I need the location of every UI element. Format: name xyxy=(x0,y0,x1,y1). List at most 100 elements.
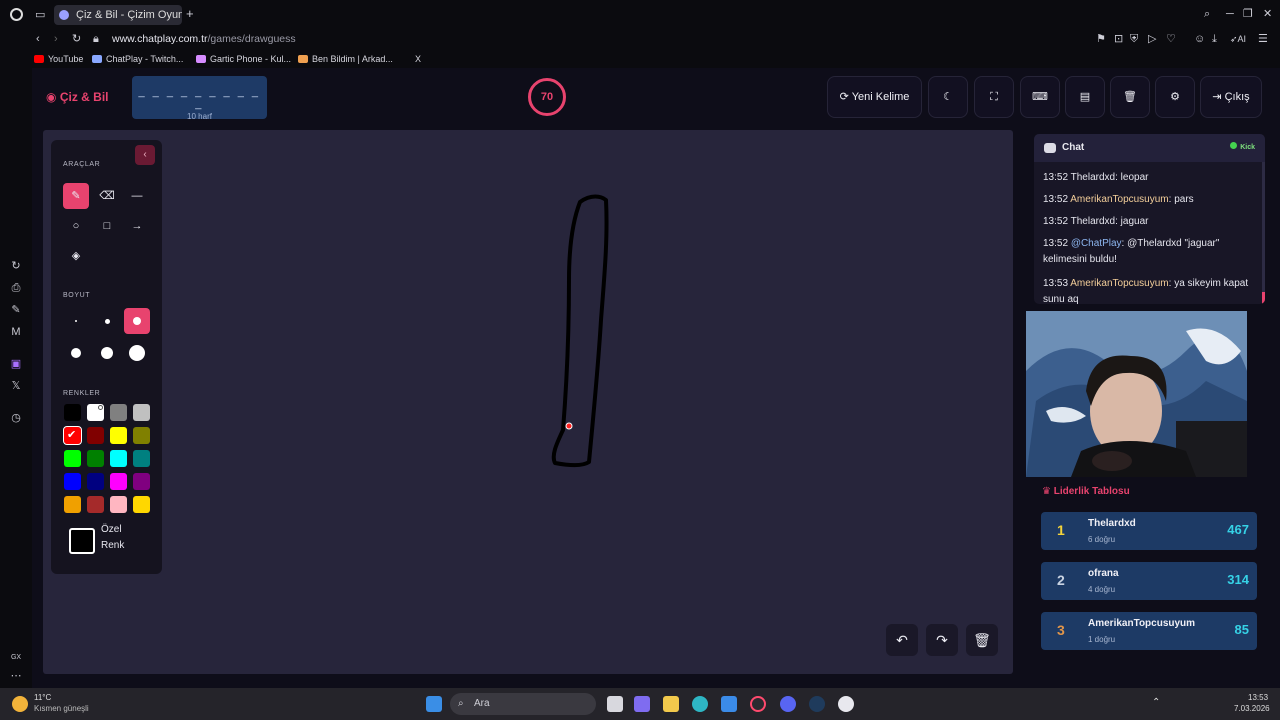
fullscreen-button[interactable]: ⛶ xyxy=(974,76,1014,118)
color-swatch[interactable] xyxy=(87,427,104,444)
reload-icon[interactable]: ↻ xyxy=(72,33,81,45)
mail-icon[interactable]: M xyxy=(10,326,22,338)
opera-logo-icon[interactable] xyxy=(10,8,23,21)
message-user[interactable]: Thelardxd xyxy=(1071,216,1115,227)
printer-icon[interactable]: ⎙ xyxy=(10,282,22,294)
color-swatch[interactable] xyxy=(110,427,127,444)
color-swatch[interactable] xyxy=(110,404,127,421)
download-icon[interactable]: ⤓ xyxy=(1212,33,1217,45)
color-swatch[interactable] xyxy=(87,404,104,421)
edit-icon[interactable]: ✎ xyxy=(10,304,22,316)
arrow-tool[interactable]: → xyxy=(124,213,150,239)
circle-tool[interactable]: ○ xyxy=(63,213,89,239)
close-window-icon[interactable]: ✕ xyxy=(1263,8,1272,20)
app-icon[interactable] xyxy=(838,696,854,712)
size-option-2[interactable] xyxy=(94,308,120,334)
chat-scrollbar[interactable] xyxy=(1262,162,1265,304)
bookmark-youtube[interactable]: YouTube xyxy=(34,52,83,66)
rectangle-tool[interactable]: □ xyxy=(94,213,120,239)
task-view-icon[interactable] xyxy=(607,696,623,712)
back-icon[interactable]: ‹ xyxy=(36,33,40,45)
color-swatch[interactable] xyxy=(87,496,104,513)
shield-icon[interactable]: ⛨ xyxy=(1130,33,1138,45)
search-tabs-icon[interactable]: ⌕ xyxy=(1204,8,1210,20)
steam-icon[interactable] xyxy=(809,696,825,712)
discord-icon[interactable] xyxy=(780,696,796,712)
color-swatch[interactable] xyxy=(133,496,150,513)
color-swatch[interactable] xyxy=(87,450,104,467)
fill-tool[interactable]: ◈ xyxy=(63,243,89,269)
browser-tab[interactable]: Çiz & Bil - Çizim Oyunu xyxy=(54,5,182,25)
store-icon[interactable] xyxy=(721,696,737,712)
opera-gx-icon[interactable] xyxy=(750,696,766,712)
dark-mode-button[interactable]: ☾ xyxy=(928,76,968,118)
edge-icon[interactable] xyxy=(692,696,708,712)
color-swatch[interactable] xyxy=(133,404,150,421)
more-icon[interactable]: ⋯ xyxy=(10,670,22,682)
color-swatch[interactable] xyxy=(133,450,150,467)
weather-icon[interactable] xyxy=(12,696,28,712)
taskbar-search[interactable]: ⌕ Ara xyxy=(450,693,596,715)
color-swatch[interactable]: ✔ xyxy=(63,426,82,445)
history-icon[interactable]: ↻ xyxy=(10,260,22,272)
ai-icon[interactable]: ➶AI xyxy=(1230,33,1246,45)
color-swatch[interactable] xyxy=(87,473,104,490)
color-swatch[interactable] xyxy=(64,404,81,421)
new-tab-icon[interactable]: + xyxy=(186,7,194,20)
tab-menu-icon[interactable]: ▭ xyxy=(35,9,45,21)
redo-button[interactable]: ↷ xyxy=(926,624,958,656)
color-swatch[interactable] xyxy=(133,473,150,490)
profile-icon[interactable]: ☺ xyxy=(1194,33,1205,45)
scroll-thumb[interactable] xyxy=(1262,292,1265,304)
url-field[interactable]: www.chatplay.com.tr/games/drawguess xyxy=(112,31,296,47)
custom-color-button[interactable] xyxy=(69,528,95,554)
size-option-6[interactable] xyxy=(124,340,150,366)
file-explorer-icon[interactable] xyxy=(663,696,679,712)
color-swatch[interactable] xyxy=(110,473,127,490)
minimize-icon[interactable]: ─ xyxy=(1226,8,1234,20)
message-user[interactable]: AmerikanTopcusuyum xyxy=(1070,194,1168,205)
new-word-button[interactable]: ⟳ Yeni Kelime xyxy=(827,76,922,118)
bookmark-gartic[interactable]: Gartic Phone - Kul... xyxy=(196,52,291,66)
bookmark-chatplay[interactable]: ChatPlay - Twitch... xyxy=(92,52,183,66)
brush-tool[interactable]: ✎ xyxy=(63,183,89,209)
size-option-3[interactable] xyxy=(124,308,150,334)
eraser-tool[interactable]: ⌫ xyxy=(94,183,120,209)
color-swatch[interactable] xyxy=(110,450,127,467)
trash-button[interactable]: 🗑︎ xyxy=(1110,76,1150,118)
clear-canvas-button[interactable]: 🗑︎ xyxy=(966,624,998,656)
size-option-4[interactable] xyxy=(63,340,89,366)
message-user[interactable]: Thelardxd xyxy=(1071,172,1115,183)
forward-icon[interactable]: › xyxy=(54,33,58,45)
message-user[interactable]: AmerikanTopcusuyum xyxy=(1070,278,1168,289)
menu-icon[interactable]: ☰ xyxy=(1258,33,1268,45)
snapshot-icon[interactable]: ⊡ xyxy=(1114,33,1123,45)
heart-icon[interactable]: ♡ xyxy=(1166,33,1176,45)
drawing-canvas[interactable]: ARAÇLAR ‹ ✎ ⌫ — ○ □ → ◈ BOYUT RENKLER ✔ … xyxy=(43,130,1013,674)
line-tool[interactable]: — xyxy=(124,183,150,209)
exit-button[interactable]: ⇥ Çıkış xyxy=(1200,76,1262,118)
size-option-5[interactable] xyxy=(94,340,120,366)
size-option-1[interactable] xyxy=(63,308,89,334)
clock-time[interactable]: 13:53 xyxy=(1248,693,1268,702)
windows-start-icon[interactable] xyxy=(426,696,442,712)
color-swatch[interactable] xyxy=(110,496,127,513)
bookmark-benbildim[interactable]: Ben Bildim | Arkad... xyxy=(298,52,393,66)
color-swatch[interactable] xyxy=(64,496,81,513)
collapse-toolbox-button[interactable]: ‹ xyxy=(135,145,155,165)
undo-button[interactable]: ↶ xyxy=(886,624,918,656)
maximize-icon[interactable]: ❐ xyxy=(1243,8,1253,20)
color-swatch[interactable] xyxy=(133,427,150,444)
bookmark-x[interactable]: X xyxy=(401,52,421,66)
gx-label[interactable]: GX xyxy=(10,652,22,664)
twitch-icon[interactable]: ▣ xyxy=(10,358,22,370)
message-user[interactable]: @ChatPlay xyxy=(1071,238,1122,249)
settings-button[interactable]: ⚙ xyxy=(1155,76,1195,118)
clock-date[interactable]: 7.03.2026 xyxy=(1234,704,1270,713)
copilot-icon[interactable] xyxy=(634,696,650,712)
play-icon[interactable]: ▷ xyxy=(1148,33,1156,45)
color-swatch[interactable] xyxy=(64,450,81,467)
x-icon[interactable]: 𝕏 xyxy=(10,380,22,392)
clock-icon[interactable]: ◷ xyxy=(10,412,22,424)
extensions-icon[interactable]: ⚑ xyxy=(1096,33,1106,45)
